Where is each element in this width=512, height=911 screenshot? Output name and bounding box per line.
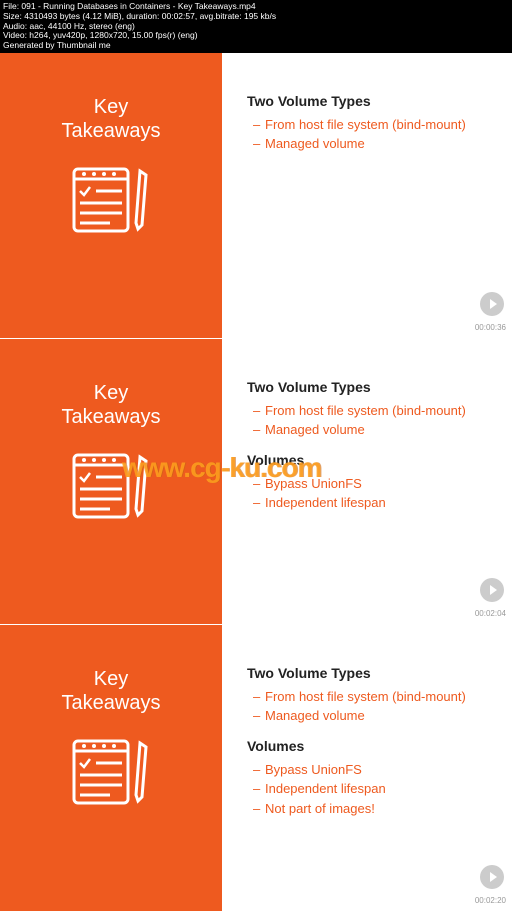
bullet-list: From host file system (bind-mount) Manag… <box>247 115 502 154</box>
timestamp-label: 00:02:20 <box>475 896 506 905</box>
bullet-list: From host file system (bind-mount) Manag… <box>247 687 502 726</box>
list-item: Independent lifespan <box>247 779 502 799</box>
content-panel: Two Volume Types From host file system (… <box>222 53 512 338</box>
notepad-icon <box>66 163 156 235</box>
sidebar-title-line1: Key <box>94 96 128 118</box>
sidebar-title-line2: Takeaways <box>62 120 161 142</box>
section-heading: Two Volume Types <box>247 665 502 681</box>
list-item: Not part of images! <box>247 799 502 819</box>
list-item: Independent lifespan <box>247 493 502 513</box>
timestamp-label: 00:02:04 <box>475 609 506 618</box>
section-heading: Volumes <box>247 738 502 754</box>
sidebar-title: Key Takeaways <box>62 95 161 143</box>
slides-container: Key Takeaways Two Volume Types From host… <box>0 53 512 911</box>
sidebar-title-line1: Key <box>94 382 128 404</box>
list-item: From host file system (bind-mount) <box>247 401 502 421</box>
content-panel: Two Volume Types From host file system (… <box>222 339 512 624</box>
play-icon[interactable] <box>480 865 504 889</box>
list-item: From host file system (bind-mount) <box>247 115 502 135</box>
list-item: From host file system (bind-mount) <box>247 687 502 707</box>
thumbnail-slide: Key Takeaways Two Volume Types From host… <box>0 53 512 339</box>
bullet-list: Bypass UnionFS Independent lifespan Not … <box>247 760 502 819</box>
thumbnail-slide: Key Takeaways Two Volume Types From host… <box>0 339 512 625</box>
notepad-icon <box>66 449 156 521</box>
thumbnail-slide: Key Takeaways Two Volume Types From host… <box>0 625 512 911</box>
sidebar-panel: Key Takeaways <box>0 339 222 624</box>
sidebar-title-line2: Takeaways <box>62 406 161 428</box>
sidebar-panel: Key Takeaways <box>0 625 222 911</box>
list-item: Managed volume <box>247 420 502 440</box>
list-item: Bypass UnionFS <box>247 760 502 780</box>
notepad-icon <box>66 735 156 807</box>
bullet-list: Bypass UnionFS Independent lifespan <box>247 474 502 513</box>
metadata-line: Generated by Thumbnail me <box>3 41 509 51</box>
play-icon[interactable] <box>480 292 504 316</box>
sidebar-title-line2: Takeaways <box>62 692 161 714</box>
list-item: Managed volume <box>247 134 502 154</box>
section-heading: Volumes <box>247 452 502 468</box>
metadata-block: File: 091 - Running Databases in Contain… <box>0 0 512 53</box>
content-panel: Two Volume Types From host file system (… <box>222 625 512 911</box>
sidebar-panel: Key Takeaways <box>0 53 222 338</box>
play-icon[interactable] <box>480 578 504 602</box>
bullet-list: From host file system (bind-mount) Manag… <box>247 401 502 440</box>
list-item: Managed volume <box>247 706 502 726</box>
section-heading: Two Volume Types <box>247 93 502 109</box>
timestamp-label: 00:00:36 <box>475 323 506 332</box>
list-item: Bypass UnionFS <box>247 474 502 494</box>
section-heading: Two Volume Types <box>247 379 502 395</box>
sidebar-title-line1: Key <box>94 668 128 690</box>
sidebar-title: Key Takeaways <box>62 381 161 429</box>
sidebar-title: Key Takeaways <box>62 667 161 715</box>
